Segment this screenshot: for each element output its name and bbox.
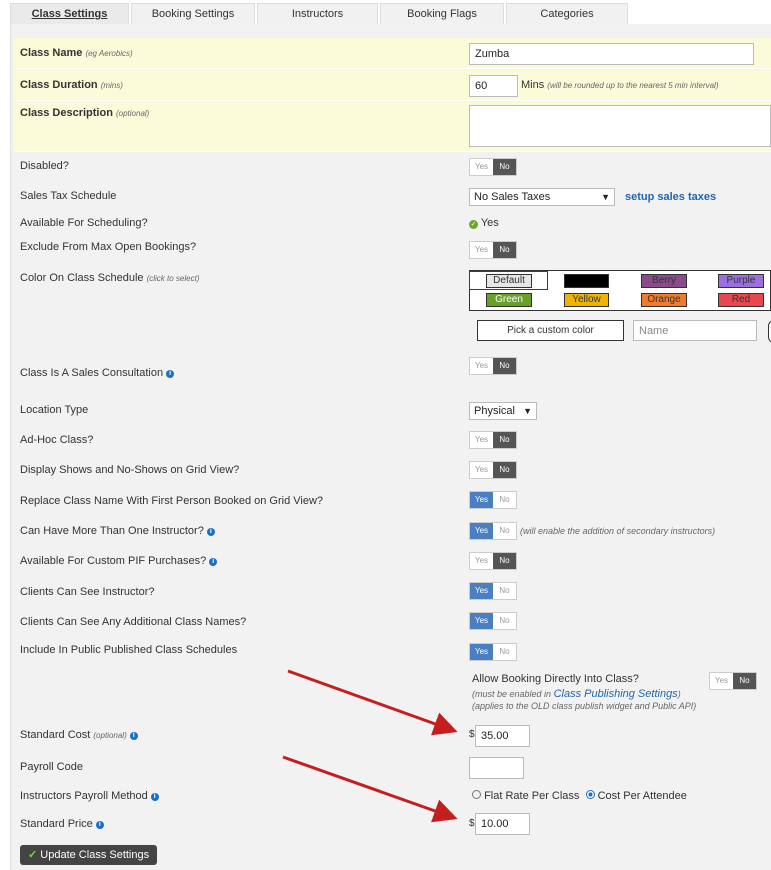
arrow-to-standard-price: [282, 755, 458, 823]
annotation-arrows: [282, 669, 458, 823]
arrow-to-standard-cost: [287, 669, 458, 736]
